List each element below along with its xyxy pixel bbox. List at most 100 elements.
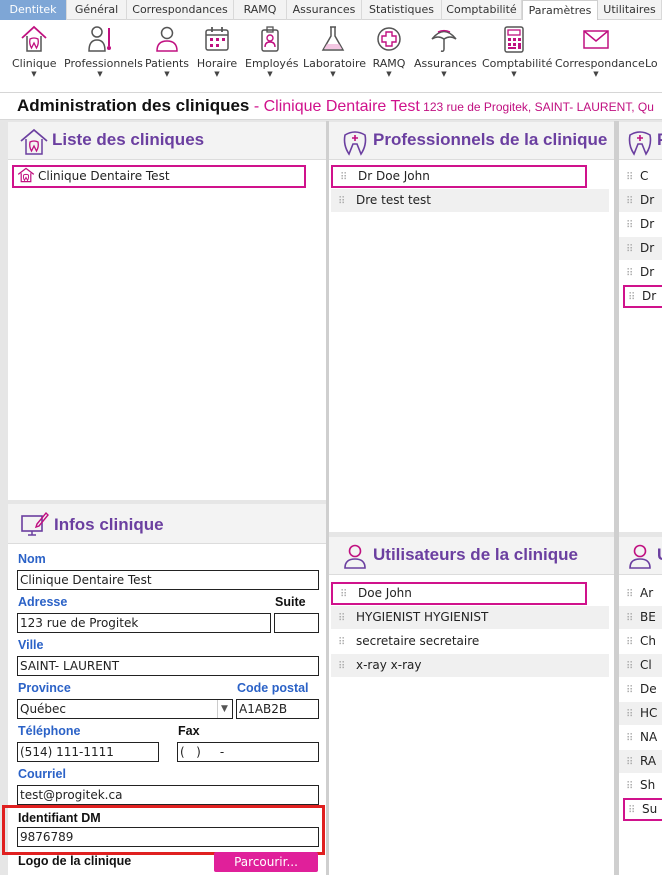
- drag-handle-icon[interactable]: ⠿: [628, 288, 638, 306]
- drag-handle-icon[interactable]: ⠿: [626, 751, 636, 773]
- right-bottom-list-item[interactable]: ⠿ BE: [619, 606, 662, 629]
- clinic-name-field[interactable]: Clinique Dentaire Test: [17, 570, 319, 590]
- right-top-list-item[interactable]: ⠿ Dr: [623, 285, 662, 308]
- right-bottom-list-item[interactable]: ⠿ Ch: [619, 630, 662, 653]
- drag-handle-icon[interactable]: ⠿: [626, 190, 636, 212]
- tab-correspondances[interactable]: Correspondances: [127, 0, 234, 20]
- right-top-list-item[interactable]: ⠿ Dr: [619, 189, 662, 212]
- professionals-panel-header: Professionnels de la clinique: [329, 122, 614, 160]
- tooth-house-icon: [17, 167, 35, 183]
- right-bottom-list-item[interactable]: ⠿ Ar: [619, 582, 662, 605]
- city-field[interactable]: SAINT- LAURENT: [17, 656, 319, 676]
- right-bottom-list-item[interactable]: ⠿ NA: [619, 726, 662, 749]
- professional-list-item[interactable]: ⠿ Dr Doe John: [331, 165, 587, 188]
- drag-handle-icon[interactable]: ⠿: [626, 166, 636, 188]
- drag-handle-icon[interactable]: ⠿: [626, 655, 636, 677]
- user-icon: [629, 544, 651, 569]
- user-list-item[interactable]: ⠿ HYGIENIST HYGIENIST: [331, 606, 609, 629]
- drag-handle-icon[interactable]: ⠿: [626, 775, 636, 797]
- right-top-list-item[interactable]: ⠿ Dr: [619, 213, 662, 236]
- right-bottom-list-item[interactable]: ⠿ Cl: [619, 654, 662, 677]
- right-bottom-list-item[interactable]: ⠿ RA: [619, 750, 662, 773]
- users-panel-header: Utilisateurs de la clinique: [329, 537, 614, 575]
- right-bottom-list-item[interactable]: ⠿ Sh: [619, 774, 662, 797]
- ribbon-employes-button[interactable]: Employés ▼: [245, 24, 298, 90]
- ribbon-patients-button[interactable]: Patients ▼: [145, 24, 189, 90]
- chevron-down-icon: ▼: [267, 70, 273, 78]
- tab-comptabilite[interactable]: Comptabilité: [442, 0, 522, 20]
- tab-general[interactable]: Général: [67, 0, 127, 20]
- right-top-list-item[interactable]: ⠿ Dr: [619, 237, 662, 260]
- clinics-panel-header: Liste des cliniques: [8, 122, 326, 160]
- right-bottom-list-item[interactable]: ⠿ De: [619, 678, 662, 701]
- right-bottom-list-item[interactable]: ⠿ HC: [619, 702, 662, 725]
- ribbon-laboratoire-button[interactable]: Laboratoire ▼: [303, 24, 366, 90]
- tooth-house-icon: [20, 128, 48, 155]
- patient-icon: [156, 26, 178, 52]
- phone-field[interactable]: (514) 111-1111: [17, 742, 159, 762]
- email-field[interactable]: test@progitek.ca: [17, 785, 319, 805]
- browse-logo-button[interactable]: Parcourir...: [214, 852, 318, 872]
- user-list-item[interactable]: ⠿ secretaire secretaire: [331, 630, 609, 653]
- professional-list-item[interactable]: ⠿ Dre test test: [331, 189, 609, 212]
- fax-field[interactable]: ( ) -: [177, 742, 319, 762]
- drag-handle-icon[interactable]: ⠿: [626, 214, 636, 236]
- right-bottom-list-item[interactable]: ⠿ Su: [623, 798, 662, 821]
- clinic-name-title: - Clinique Dentaire Test: [249, 98, 420, 115]
- tab-statistiques[interactable]: Statistiques: [362, 0, 442, 20]
- tab-dentitek[interactable]: Dentitek: [0, 0, 67, 20]
- right-bottom-panel: U ⠿Ar ⠿BE ⠿Ch ⠿Cl ⠿De ⠿HC ⠿NA ⠿RA ⠿Sh ⠿S…: [619, 537, 662, 875]
- drag-handle-icon[interactable]: ⠿: [626, 679, 636, 701]
- tab-assurances[interactable]: Assurances: [287, 0, 362, 20]
- drag-handle-icon[interactable]: ⠿: [628, 801, 638, 819]
- flask-icon: [321, 26, 345, 51]
- professionals-panel: Professionnels de la clinique ⠿ Dr Doe Jo…: [329, 122, 614, 532]
- drag-handle-icon[interactable]: ⠿: [338, 631, 348, 653]
- province-select[interactable]: Québec ▼: [17, 699, 233, 719]
- employee-badge-icon: [261, 26, 279, 52]
- ribbon-horaire-button[interactable]: Horaire ▼: [196, 24, 238, 90]
- ribbon-professionnels-button[interactable]: Professionnels ▼: [64, 24, 143, 90]
- user-list-item[interactable]: ⠿ x-ray x-ray: [331, 654, 609, 677]
- envelope-icon: [583, 30, 609, 49]
- ribbon-clinique-button[interactable]: Clinique ▼: [12, 24, 57, 90]
- drag-handle-icon[interactable]: ⠿: [338, 190, 348, 212]
- ribbon-assurances-button[interactable]: Assurances ▼: [414, 24, 477, 90]
- tab-ramq[interactable]: RAMQ: [234, 0, 287, 20]
- drag-handle-icon[interactable]: ⠿: [626, 631, 636, 653]
- drag-handle-icon[interactable]: ⠿: [626, 583, 636, 605]
- drag-handle-icon[interactable]: ⠿: [338, 607, 348, 629]
- drag-handle-icon[interactable]: ⠿: [340, 168, 350, 186]
- address-field[interactable]: 123 rue de Progitek: [17, 613, 271, 633]
- drag-handle-icon[interactable]: ⠿: [626, 703, 636, 725]
- ribbon-comptabilite-button[interactable]: Comptabilité ▼: [482, 24, 552, 90]
- tab-parametres[interactable]: Paramètres: [522, 0, 598, 21]
- drag-handle-icon[interactable]: ⠿: [338, 655, 348, 677]
- chevron-down-icon: ▼: [97, 70, 103, 78]
- drag-handle-icon[interactable]: ⠿: [626, 238, 636, 260]
- clinics-panel-title: Liste des cliniques: [52, 130, 205, 149]
- clinic-info-panel: Infos clinique Nom Clinique Dentaire Tes…: [2, 504, 326, 875]
- user-list-item[interactable]: ⠿ Doe John: [331, 582, 587, 605]
- ribbon-correspondance-button[interactable]: Correspondance ▼: [555, 24, 645, 90]
- drag-handle-icon[interactable]: ⠿: [626, 262, 636, 284]
- ribbon-toolbar: Clinique ▼ Professionnels ▼ Patients ▼ Hora…: [0, 20, 662, 93]
- right-top-list-item[interactable]: ⠿ Dr: [619, 261, 662, 284]
- tooth-plus-icon: [628, 131, 652, 156]
- right-top-list-item[interactable]: ⠿ C: [619, 165, 662, 188]
- ribbon-lo-button[interactable]: Lo: [645, 24, 662, 90]
- chevron-down-icon: ▼: [386, 70, 392, 78]
- chevron-down-icon[interactable]: ▼: [217, 700, 231, 718]
- clinic-list-item[interactable]: Clinique Dentaire Test: [12, 165, 306, 188]
- ribbon-ramq-button[interactable]: RAMQ ▼: [370, 24, 408, 90]
- drag-handle-icon[interactable]: ⠿: [340, 585, 350, 603]
- suite-field[interactable]: [274, 613, 319, 633]
- drag-handle-icon[interactable]: ⠿: [626, 607, 636, 629]
- ramq-cross-icon: [377, 27, 401, 51]
- right-bottom-panel-header: U: [619, 537, 662, 575]
- postal-code-field[interactable]: A1AB2B: [236, 699, 319, 719]
- drag-handle-icon[interactable]: ⠿: [626, 727, 636, 749]
- dm-identifier-field[interactable]: 9876789: [17, 827, 319, 847]
- clinic-info-panel-title: Infos clinique: [54, 515, 164, 534]
- tab-utilitaires[interactable]: Utilitaires: [598, 0, 662, 20]
